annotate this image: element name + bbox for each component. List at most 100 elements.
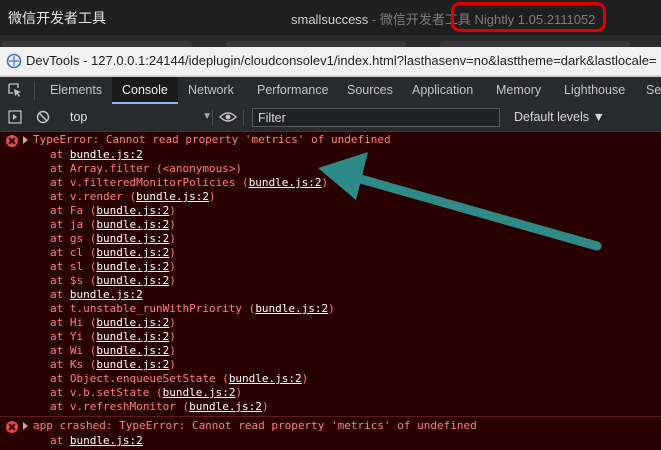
source-link[interactable]: bundle.js:2 (70, 434, 143, 447)
tab-sources[interactable]: Sources (347, 77, 393, 104)
tab-security[interactable]: Se (646, 77, 661, 104)
tab-elements[interactable]: Elements (50, 77, 102, 104)
window-titlebar: 微信开发者工具 smallsuccess - 微信开发者工具 Nightly 1… (0, 0, 661, 35)
source-link[interactable]: bundle.js:2 (96, 260, 169, 273)
eye-icon[interactable] (219, 111, 237, 123)
expand-triangle-icon[interactable] (23, 136, 28, 144)
stack-frame-text: at v.refreshMonitor ( (50, 400, 190, 413)
stack-frame-text: ) (169, 204, 176, 217)
stack-frame-text: at (50, 148, 70, 161)
inspect-element-icon[interactable] (8, 83, 22, 97)
console-output: TypeError: Cannot read property 'metrics… (0, 132, 661, 450)
stack-frame-text: at gs ( (50, 232, 97, 245)
tab-application[interactable]: Application (412, 77, 473, 104)
stack-frame-text: at sl ( (50, 260, 97, 273)
source-link[interactable]: bundle.js:2 (163, 386, 236, 399)
app-name: 微信开发者工具 (8, 10, 106, 26)
stack-frame-text: ) (169, 344, 176, 357)
error-icon (6, 135, 18, 147)
tab-lighthouse[interactable]: Lighthouse (564, 77, 625, 104)
stack-frame-text: at Yi ( (50, 330, 97, 343)
stack-frame: at cl (bundle.js:2) (50, 246, 335, 260)
stack-frame-text: ) (169, 260, 176, 273)
tab-network[interactable]: Network (188, 77, 234, 104)
source-link[interactable]: bundle.js:2 (96, 232, 169, 245)
stack-frame: at v.refreshMonitor (bundle.js:2) (50, 400, 335, 414)
stack-frame-text: at cl ( (50, 246, 97, 259)
stack-frame-text: at t.unstable_runWithPriority ( (50, 302, 256, 315)
source-link[interactable]: bundle.js:2 (96, 344, 169, 357)
stack-frame-text: at Object.enqueueSetState ( (50, 372, 229, 385)
stack-frame: at Fa (bundle.js:2) (50, 204, 335, 218)
stack-frame-text: ) (328, 302, 335, 315)
stack-frame-text: at v.filteredMonitorPolicies ( (50, 176, 249, 189)
tab-memory[interactable]: Memory (496, 77, 541, 104)
chevron-down-icon: ▼ (202, 111, 212, 122)
stack-frame-text: at ja ( (50, 218, 97, 231)
stack-frame-text: at $s ( (50, 274, 97, 287)
stack-trace: at bundle.js:2 at Array.filter (<anonymou… (50, 148, 335, 414)
stack-frame: at Hi (bundle.js:2) (50, 316, 335, 330)
window-title-project: smallsuccess (291, 12, 369, 27)
stack-frame: at $s (bundle.js:2) (50, 274, 335, 288)
console-error-entry: app crashed: TypeError: Cannot read prop… (0, 418, 661, 450)
source-link[interactable]: bundle.js:2 (96, 274, 169, 287)
source-link[interactable]: bundle.js:2 (249, 176, 322, 189)
source-link[interactable]: bundle.js:2 (96, 358, 169, 371)
source-link[interactable]: bundle.js:2 (255, 302, 328, 315)
stack-frame: at Object.enqueueSetState (bundle.js:2) (50, 372, 335, 386)
stack-frame: at v.render (bundle.js:2) (50, 190, 335, 204)
stack-frame-text: ) (169, 246, 176, 259)
log-levels-dropdown[interactable]: Default levels ▼ (514, 110, 605, 124)
stack-frame-text: ) (169, 358, 176, 371)
stack-frame: at Ks (bundle.js:2) (50, 358, 335, 372)
toolbar-divider (243, 109, 244, 126)
filter-input[interactable] (252, 108, 500, 127)
tab-console[interactable]: Console (112, 77, 178, 104)
stack-frame-text: ) (169, 232, 176, 245)
source-link[interactable]: bundle.js:2 (96, 204, 169, 217)
stack-frame-text: ) (169, 316, 176, 329)
source-link[interactable]: bundle.js:2 (96, 316, 169, 329)
tab-performance[interactable]: Performance (257, 77, 329, 104)
source-link[interactable]: bundle.js:2 (96, 218, 169, 231)
stack-frame: at bundle.js:2 (50, 434, 143, 448)
stack-frame: at gs (bundle.js:2) (50, 232, 335, 246)
device-toolbar-icon[interactable] (8, 110, 22, 124)
stack-frame: at Yi (bundle.js:2) (50, 330, 335, 344)
stack-frame-text: at (50, 288, 70, 301)
source-link[interactable]: bundle.js:2 (189, 400, 262, 413)
error-message[interactable]: TypeError: Cannot read property 'metrics… (33, 133, 391, 147)
stack-frame-text: at Wi ( (50, 344, 97, 357)
stack-frame-text: ) (261, 400, 269, 413)
stack-frame-text: at Fa ( (50, 204, 97, 217)
toolbar-divider (212, 109, 213, 126)
source-link[interactable]: bundle.js:2 (70, 148, 143, 161)
source-link[interactable]: bundle.js:2 (70, 288, 143, 301)
stack-frame-text: at Array.filter (<anonymous>) (50, 162, 243, 175)
annotation-oval (451, 2, 606, 32)
stack-frame-text: at v.b.setState ( (50, 386, 163, 399)
url-text[interactable]: DevTools - 127.0.0.1:24144/ideplugin/clo… (26, 53, 657, 68)
source-link[interactable]: bundle.js:2 (229, 372, 302, 385)
stack-frame: at bundle.js:2 (50, 288, 335, 302)
source-link[interactable]: bundle.js:2 (96, 330, 169, 343)
stack-frame-text: ) (208, 190, 216, 203)
context-selector[interactable]: top ▼ (60, 107, 220, 127)
stack-frame-text: ) (169, 274, 176, 287)
expand-triangle-icon[interactable] (23, 422, 28, 430)
source-link[interactable]: bundle.js:2 (96, 246, 169, 259)
source-link[interactable]: bundle.js:2 (136, 190, 209, 203)
stack-frame-text: ) (169, 330, 176, 343)
stack-frame-text: ) (169, 218, 176, 231)
stack-frame: at v.b.setState (bundle.js:2) (50, 386, 335, 400)
clear-console-icon[interactable] (36, 110, 50, 124)
devtools-tabbar: Elements Console Network Performance Sou… (0, 77, 661, 105)
stack-trace: at bundle.js:2 (50, 434, 143, 448)
stack-frame: at ja (bundle.js:2) (50, 218, 335, 232)
stack-frame: at Array.filter (<anonymous>) (50, 162, 335, 176)
stack-frame: at t.unstable_runWithPriority (bundle.js… (50, 302, 335, 316)
stack-frame-text: at (50, 434, 70, 447)
stack-frame-text: at Ks ( (50, 358, 97, 371)
error-message[interactable]: app crashed: TypeError: Cannot read prop… (33, 419, 477, 433)
